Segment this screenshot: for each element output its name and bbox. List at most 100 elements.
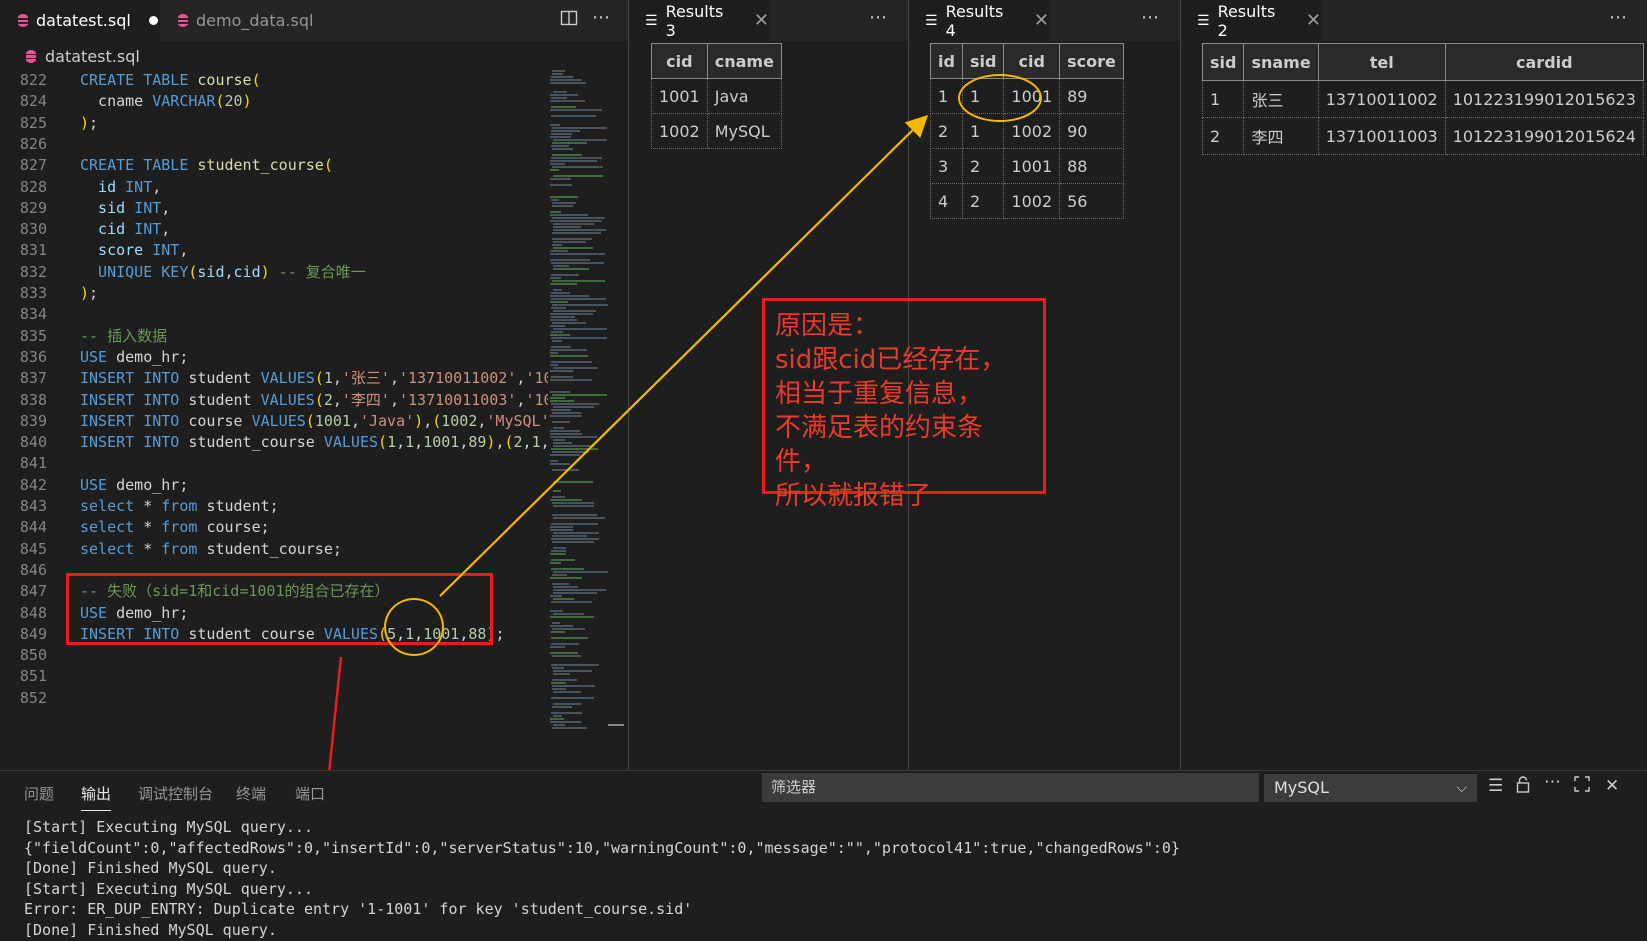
code-line[interactable]: 845 select * from student_course; [0,539,548,560]
code-line[interactable]: 834 [0,304,548,325]
table-row[interactable]: 1001 Java [651,78,782,114]
close-icon[interactable]: ✕ [1306,10,1321,31]
close-icon[interactable]: ✕ [1034,10,1049,31]
table-cell[interactable]: 101223199012015623 [1444,80,1644,118]
table-cell[interactable]: 2 [930,113,963,149]
code-editor[interactable]: 822 CREATE TABLE course(824 cname VARCHAR… [0,70,548,770]
table-row[interactable]: 1 张三 13710011002 101223199012015623 [1201,80,1644,118]
code-line[interactable]: 832 UNIQUE KEY(sid,cid) -- 复合唯一 [0,262,548,283]
code-line[interactable]: 822 CREATE TABLE course( [0,70,548,91]
output-line: [Start] Executing MySQL query... [24,879,313,898]
tab-output[interactable]: 输出 [81,783,112,811]
more-actions-icon[interactable]: ⋯ [869,7,887,28]
column-header[interactable]: sid [1201,43,1245,81]
table-cell[interactable]: 90 [1059,113,1124,149]
more-actions-icon[interactable]: ⋯ [1609,7,1627,28]
editor-divider[interactable] [628,0,629,770]
table-cell[interactable]: 张三 [1243,80,1319,118]
code-line[interactable]: 838 INSERT INTO student VALUES(2,'李四','13… [0,390,548,411]
minimap-scroll-indicator[interactable] [608,724,624,726]
more-actions-icon[interactable]: ⋯ [592,7,610,28]
tab-results-3[interactable]: ☰ Results 3 ✕ [629,0,769,41]
code-line[interactable]: 826 [0,134,548,155]
table-cell[interactable]: 3 [930,148,963,184]
table-cell[interactable]: 2 [961,183,1005,219]
output-channel-select[interactable]: MySQL ⌵ [1264,774,1477,802]
table-cell[interactable]: 13710011002 [1317,80,1446,118]
code-line[interactable]: 841 [0,453,548,474]
column-header[interactable]: cid [651,43,708,79]
table-cell[interactable]: 4 [930,183,963,219]
code-line[interactable]: 851 [0,666,548,687]
table-row[interactable]: 1002 MySQL [651,113,782,149]
code-line[interactable]: 843 select * from student; [0,496,548,517]
tab-results-2[interactable]: ☰ Results 2 ✕ [1181,0,1321,41]
table-cell[interactable]: MySQL [706,113,782,149]
tab-ports[interactable]: 端口 [295,783,325,804]
code-line[interactable]: 844 select * from course; [0,517,548,538]
tab-datatest-sql[interactable]: datatest.sql [0,0,160,41]
more-actions-icon[interactable]: ⋯ [1544,772,1561,792]
results-divider[interactable] [1180,0,1181,770]
table-cell[interactable]: 88 [1059,148,1124,184]
tab-terminal[interactable]: 终端 [236,783,266,804]
code-line[interactable]: 831 score INT, [0,240,548,261]
code-line[interactable]: 837 INSERT INTO student VALUES(1,'张三','13… [0,368,548,389]
table-cell[interactable]: 1002 [1003,183,1061,219]
column-header[interactable]: cardid [1444,43,1644,81]
code-line[interactable]: 824 cname VARCHAR(20) [0,91,548,112]
tab-results-4[interactable]: ☰ Results 4 ✕ [909,0,1049,41]
code-line[interactable]: 827 CREATE TABLE student_course( [0,155,548,176]
column-header[interactable]: tel [1317,43,1446,81]
code-line[interactable]: 828 id INT, [0,177,548,198]
code-line[interactable]: 829 sid INT, [0,198,548,219]
code-line[interactable]: 833); [0,283,548,304]
more-actions-icon[interactable]: ⋯ [1141,7,1159,28]
lock-scroll-icon[interactable] [1516,776,1530,798]
table-cell[interactable]: 89 [1059,78,1124,114]
column-header[interactable]: cid [1003,43,1061,79]
clear-output-icon[interactable]: ☰ [1488,776,1503,796]
table-cell[interactable]: 李四 [1243,117,1319,155]
unsaved-dot-icon[interactable] [148,16,158,25]
maximize-panel-icon[interactable] [1574,776,1590,797]
code-line[interactable]: 842 USE demo_hr; [0,475,548,496]
breadcrumb[interactable]: datatest.sql [0,41,628,71]
tab-demo-data-sql[interactable]: demo_data.sql [160,0,335,41]
table-cell[interactable]: 56 [1059,183,1124,219]
table-cell[interactable]: 1001 [1003,148,1061,184]
code-token: ( [323,156,333,175]
tab-problems[interactable]: 问题 [24,783,54,804]
split-editor-icon[interactable] [560,9,578,32]
table-row[interactable]: 4 2 1002 56 [930,183,1124,219]
code-line[interactable]: 852 [0,688,548,709]
table-row[interactable]: 2 李四 13710011003 101223199012015624 [1201,117,1644,155]
code-line[interactable]: 835 -- 插入数据 [0,326,548,347]
code-line[interactable]: 836 USE demo_hr; [0,347,548,368]
table-row[interactable]: 2 1 1002 90 [930,113,1124,149]
table-cell[interactable]: 1001 [651,78,708,114]
code-line[interactable]: 850 [0,645,548,666]
filter-input[interactable]: 筛选器 [762,773,1259,802]
code-line[interactable]: 839 INSERT INTO course VALUES(1001,'Java'… [0,411,548,432]
table-cell[interactable]: 101223199012015624 [1444,117,1644,155]
code-line[interactable]: 825); [0,113,548,134]
close-icon[interactable]: ✕ [754,10,769,31]
table-cell[interactable]: 1002 [651,113,708,149]
table-cell[interactable]: 2 [961,148,1005,184]
table-cell[interactable]: 2 [1201,117,1245,155]
column-header[interactable]: id [930,43,963,79]
column-header[interactable]: cname [706,43,782,79]
close-panel-icon[interactable]: ✕ [1605,776,1619,796]
column-header[interactable]: score [1059,43,1124,79]
code-line[interactable]: 830 cid INT, [0,219,548,240]
breadcrumb-file[interactable]: datatest.sql [45,47,140,66]
table-cell[interactable]: 13710011003 [1317,117,1446,155]
table-cell[interactable]: Java [706,78,782,114]
tab-debug-console[interactable]: 调试控制台 [138,783,213,804]
table-row[interactable]: 3 2 1001 88 [930,148,1124,184]
minimap[interactable] [550,70,612,770]
table-cell[interactable]: 1 [1201,80,1245,118]
code-line[interactable]: 840 INSERT INTO student_course VALUES(1,1… [0,432,548,453]
column-header[interactable]: sname [1243,43,1319,81]
